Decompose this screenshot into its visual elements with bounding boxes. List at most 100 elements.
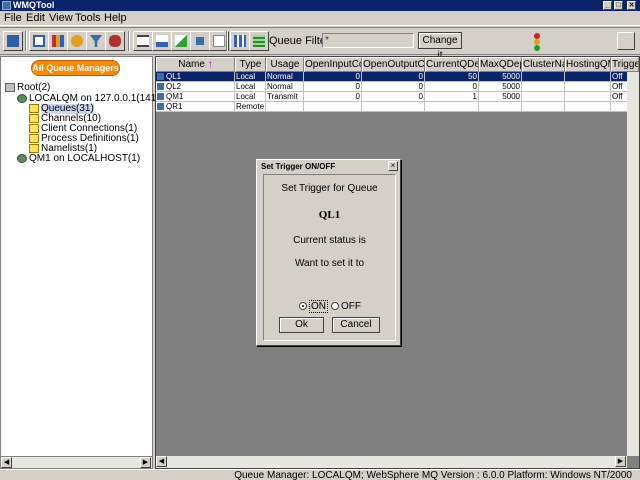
cell-usage bbox=[266, 102, 304, 112]
table-vertical-scrollbar[interactable] bbox=[627, 72, 639, 456]
pencil-icon bbox=[71, 35, 83, 47]
column-header-name[interactable]: Name ↑ bbox=[156, 57, 235, 72]
grid-button[interactable] bbox=[230, 31, 250, 51]
cell-current-depth: 0 bbox=[425, 82, 479, 92]
view-list-button[interactable] bbox=[133, 31, 153, 51]
change-filter-button[interactable]: Change it bbox=[418, 32, 462, 61]
cell-max-depth: 5000 bbox=[479, 92, 522, 102]
ok-button[interactable]: Ok bbox=[279, 317, 324, 333]
column-header-hosting-qm[interactable]: HostingQM bbox=[565, 57, 611, 72]
maximize-button[interactable]: □ bbox=[614, 1, 623, 10]
save-button[interactable] bbox=[29, 31, 49, 51]
trigger-on-radio[interactable]: ON bbox=[299, 300, 328, 313]
column-header-current-depth[interactable]: CurrentQDep bbox=[425, 57, 479, 72]
bug-icon bbox=[109, 35, 121, 47]
minimize-button[interactable]: _ bbox=[603, 1, 612, 10]
debug-button[interactable] bbox=[105, 31, 125, 51]
cell-type: Remote bbox=[235, 102, 266, 112]
filter-button[interactable] bbox=[86, 31, 106, 51]
funnel-icon bbox=[90, 35, 102, 47]
bar-chart-icon bbox=[156, 35, 168, 47]
menu-view[interactable]: View bbox=[49, 12, 73, 25]
title-bar: WMQTool _ □ ✕ bbox=[0, 0, 640, 11]
cell-name: QL1 bbox=[156, 72, 235, 82]
list-icon bbox=[137, 35, 149, 47]
dialog-question: Want to set it to bbox=[294, 258, 365, 269]
column-header-open-output[interactable]: OpenOutputCo bbox=[362, 57, 425, 72]
menu-bar: File Edit View Tools Help bbox=[0, 11, 640, 26]
save-icon bbox=[33, 35, 45, 47]
tree-pane: All Queue Managers Root(2) LOCALQM on 12… bbox=[0, 56, 165, 469]
cancel-button[interactable]: Cancel bbox=[332, 317, 380, 333]
menu-edit[interactable]: Edit bbox=[26, 12, 45, 25]
scroll-left-icon[interactable]: ◀ bbox=[156, 456, 167, 467]
column-header-type[interactable]: Type bbox=[235, 57, 266, 72]
scroll-left-icon[interactable]: ◀ bbox=[1, 457, 12, 468]
column-header-cluster-name[interactable]: ClusterNam bbox=[522, 57, 565, 72]
cell-cluster-name bbox=[522, 82, 565, 92]
edit-button[interactable] bbox=[67, 31, 87, 51]
cell-type: Local bbox=[235, 82, 266, 92]
queue-filter-input[interactable]: * bbox=[322, 33, 414, 48]
cell-current-depth: 50 bbox=[425, 72, 479, 82]
scroll-right-icon[interactable]: ▶ bbox=[615, 456, 626, 467]
column-header-usage[interactable]: Usage bbox=[266, 57, 304, 72]
folder-icon bbox=[29, 124, 39, 133]
matrix-button[interactable] bbox=[249, 31, 269, 51]
dialog-panel: Set Trigger for Queue QL1 Current status… bbox=[263, 174, 396, 341]
cell-name: QR1 bbox=[156, 102, 235, 112]
cell-open-input: 0 bbox=[304, 82, 362, 92]
cell-current-depth: 1 bbox=[425, 92, 479, 102]
monitor-icon bbox=[194, 35, 206, 47]
menu-file[interactable]: File bbox=[4, 12, 22, 25]
cell-hosting-qm bbox=[565, 92, 611, 102]
column-header-max-depth[interactable]: MaxQDep bbox=[479, 57, 522, 72]
folder-icon bbox=[29, 144, 39, 153]
root-icon bbox=[5, 83, 15, 92]
toolbar-separator bbox=[226, 31, 228, 51]
queue-manager-icon bbox=[17, 94, 27, 103]
all-queue-managers-button[interactable]: All Queue Managers bbox=[31, 60, 120, 76]
dialog-status-label: Current status is bbox=[293, 235, 366, 246]
cell-hosting-qm bbox=[565, 72, 611, 82]
cell-hosting-qm bbox=[565, 82, 611, 92]
connect-button[interactable] bbox=[3, 31, 23, 51]
panel-toggle-button[interactable] bbox=[617, 32, 635, 50]
graph-icon bbox=[175, 35, 187, 47]
table-horizontal-scrollbar[interactable]: ◀ ▶ bbox=[156, 456, 627, 468]
dialog-title: Set Trigger ON/OFF bbox=[261, 162, 336, 171]
close-button[interactable]: ✕ bbox=[627, 1, 636, 10]
menu-tools[interactable]: Tools bbox=[75, 12, 101, 25]
chart-button[interactable] bbox=[48, 31, 68, 51]
cell-cluster-name bbox=[522, 92, 565, 102]
blank-icon bbox=[213, 35, 225, 47]
table-row[interactable]: QL1 Local Normal 0 0 50 5000 Off bbox=[156, 72, 639, 82]
view-chart-button[interactable] bbox=[152, 31, 172, 51]
table-row[interactable]: QM1 Local Transmit 0 0 1 5000 Off bbox=[156, 92, 639, 102]
cell-name: QM1 bbox=[156, 92, 235, 102]
tree-horizontal-scrollbar[interactable]: ◀ ▶ bbox=[1, 456, 152, 468]
queue-manager-icon bbox=[17, 154, 27, 163]
dialog-close-button[interactable]: × bbox=[388, 161, 398, 171]
scroll-right-icon[interactable]: ▶ bbox=[140, 457, 151, 468]
set-trigger-dialog: Set Trigger ON/OFF × Set Trigger for Que… bbox=[256, 159, 401, 346]
view-graph-button[interactable] bbox=[171, 31, 191, 51]
dialog-heading: Set Trigger for Queue bbox=[281, 183, 378, 194]
column-header-trigger[interactable]: Trigge bbox=[611, 57, 639, 72]
cell-open-output: 0 bbox=[362, 82, 425, 92]
cell-open-input: 0 bbox=[304, 92, 362, 102]
status-text: Queue Manager: LOCALQM; WebSphere MQ Ver… bbox=[234, 470, 632, 480]
table-row[interactable]: QL2 Local Normal 0 0 0 5000 Off bbox=[156, 82, 639, 92]
trigger-off-radio[interactable]: OFF bbox=[331, 302, 361, 312]
menu-help[interactable]: Help bbox=[104, 12, 127, 25]
window-title: WMQTool bbox=[13, 0, 55, 10]
column-header-open-input[interactable]: OpenInputCo bbox=[304, 57, 362, 72]
cell-type: Local bbox=[235, 92, 266, 102]
status-bar: Queue Manager: LOCALQM; WebSphere MQ Ver… bbox=[0, 469, 640, 480]
table-row[interactable]: QR1 Remote bbox=[156, 102, 639, 112]
cell-max-depth: 5000 bbox=[479, 72, 522, 82]
traffic-light-icon bbox=[534, 33, 540, 51]
cell-open-output: 0 bbox=[362, 72, 425, 82]
monitor-button[interactable] bbox=[190, 31, 210, 51]
folder-icon bbox=[29, 104, 39, 113]
